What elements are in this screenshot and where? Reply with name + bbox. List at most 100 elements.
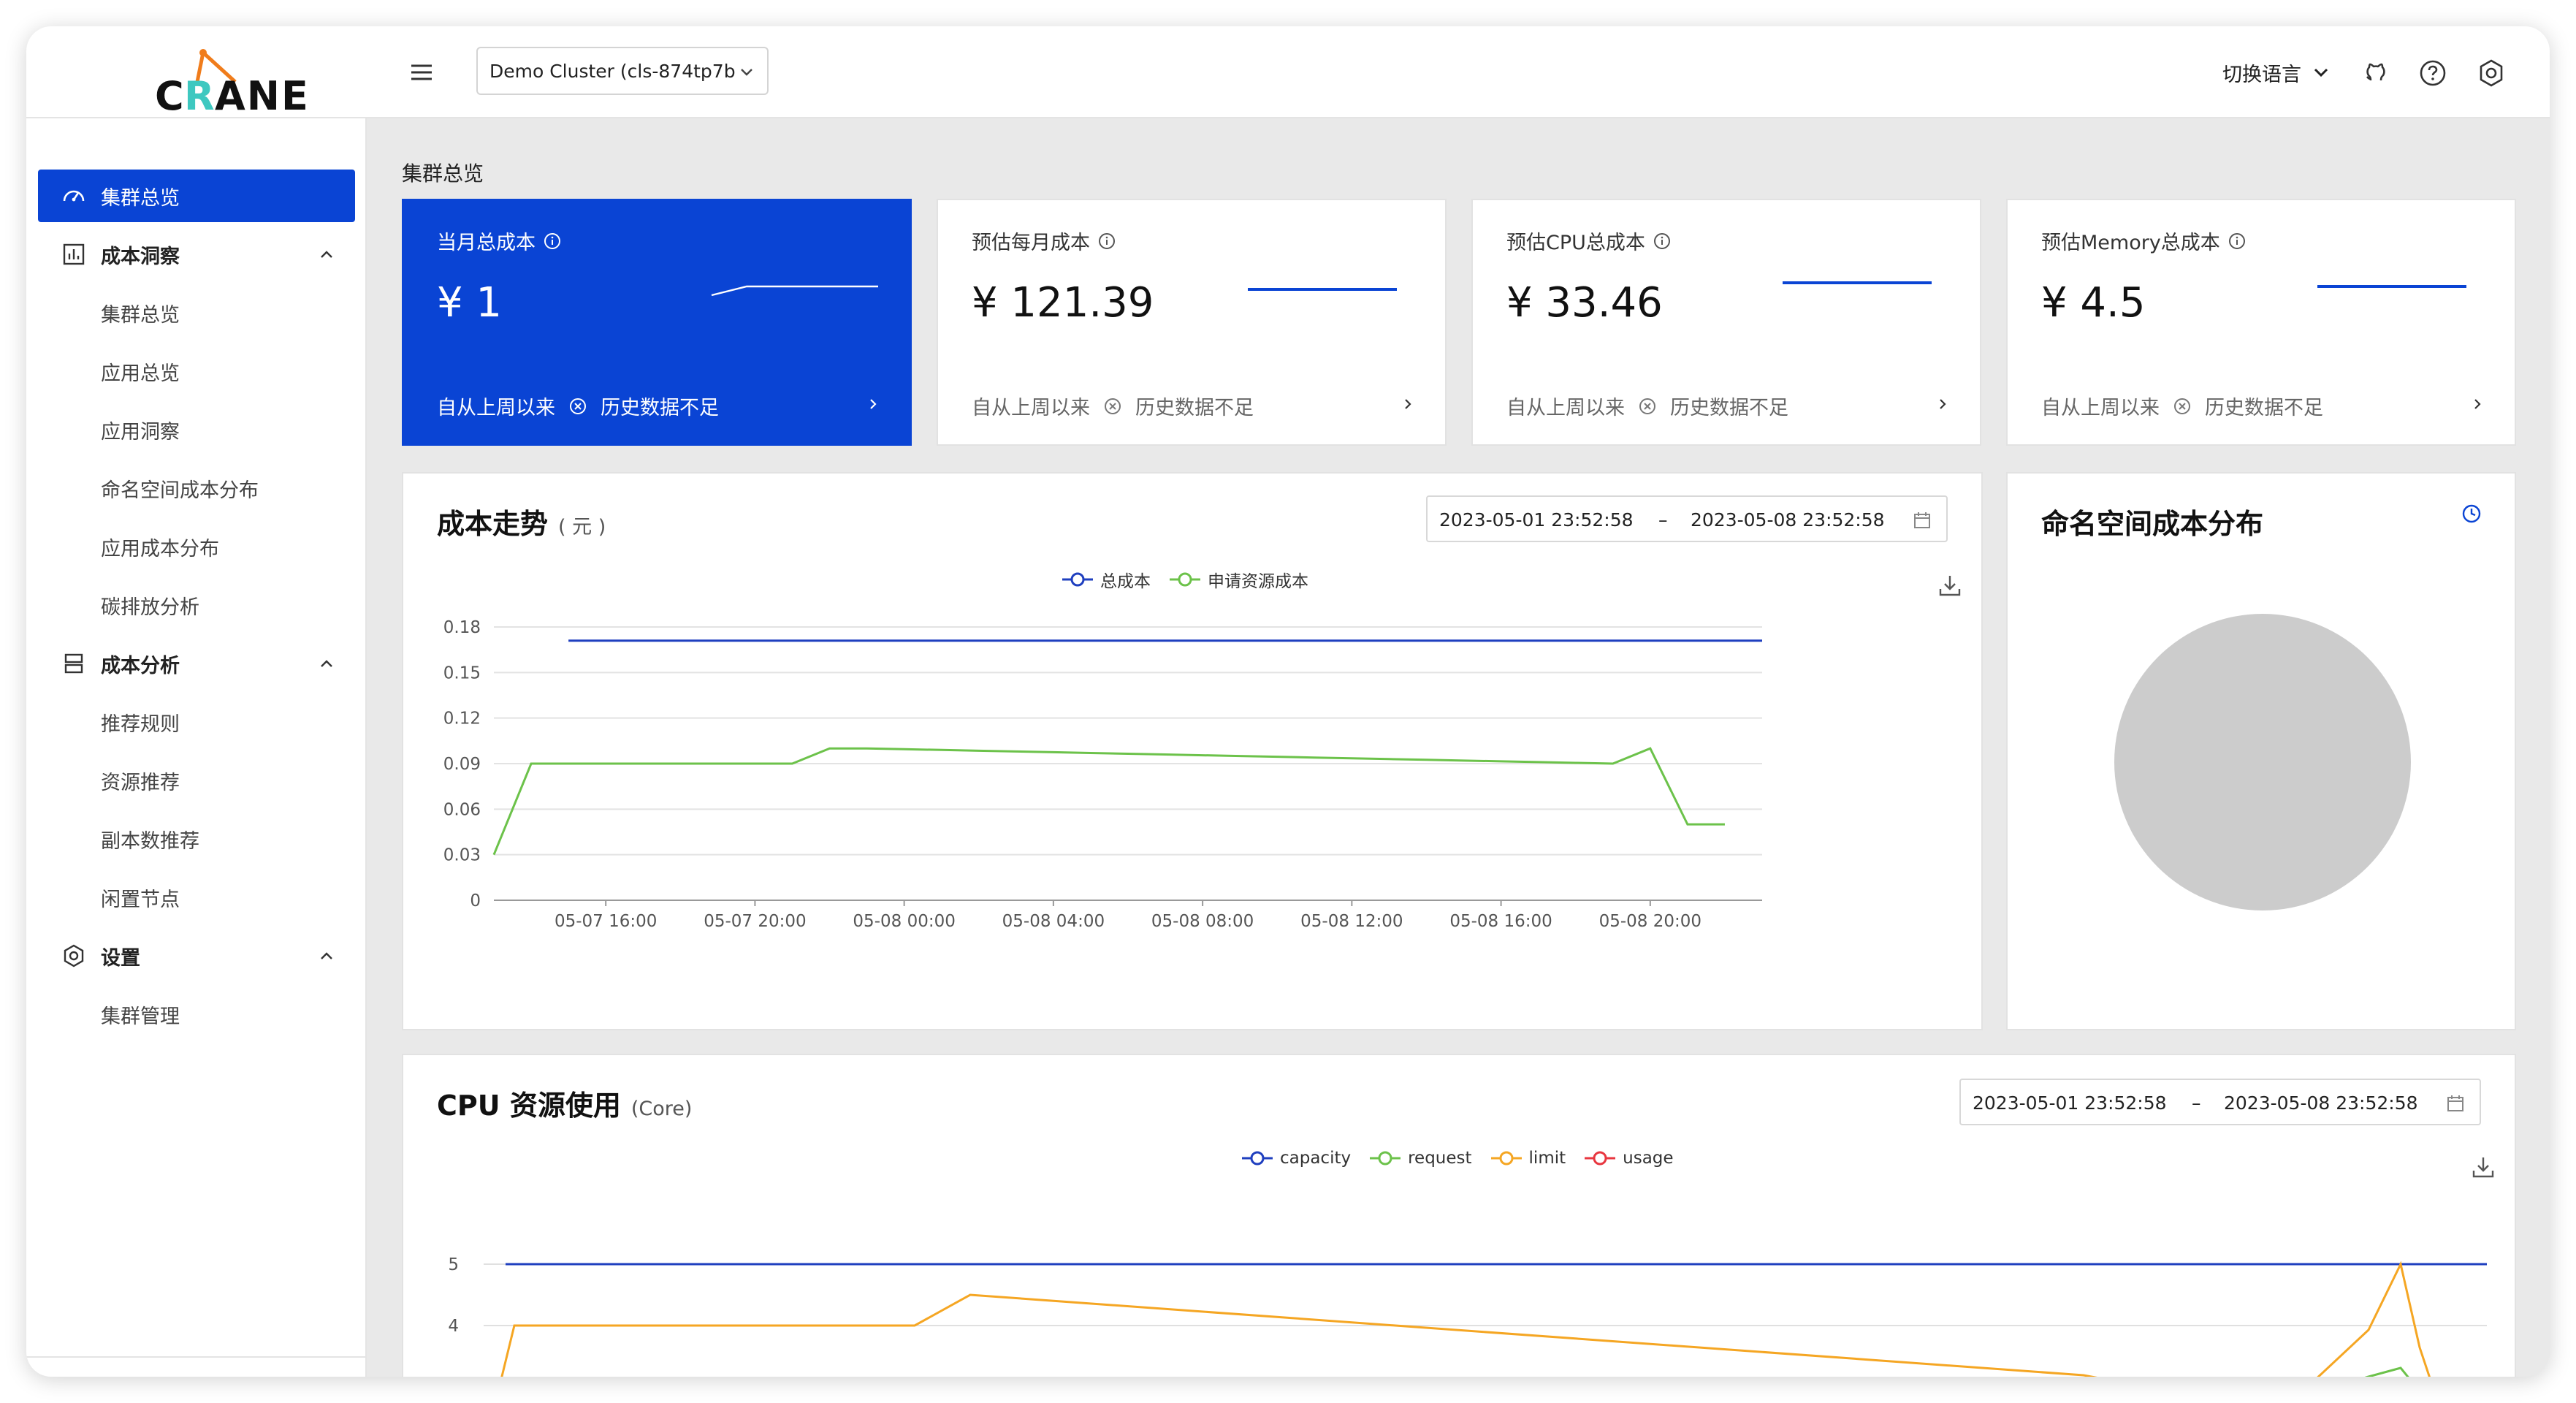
y-tick-label: 0.06 bbox=[443, 800, 481, 819]
x-tick-label: 05-08 16:00 bbox=[1449, 912, 1552, 931]
sidebar-item-recommend-rules[interactable]: 推荐规则 bbox=[38, 696, 355, 748]
limit-series-line[interactable] bbox=[498, 1261, 2434, 1377]
legend-item-limit[interactable]: limit bbox=[1490, 1149, 1566, 1168]
help-icon[interactable] bbox=[2418, 58, 2447, 88]
kpi-card-memory-estimate[interactable]: 预估Memory总成本 ¥ 4.5 自从上周以来 历史数据不足 bbox=[2006, 199, 2516, 446]
cpu-usage-title: CPU 资源使用 (Core) bbox=[437, 1090, 693, 1122]
chart-icon bbox=[63, 243, 85, 265]
legend-item-capacity[interactable]: capacity bbox=[1241, 1149, 1351, 1168]
legend-marker-icon bbox=[1170, 572, 1200, 587]
sidebar-item-resource-recommend[interactable]: 资源推荐 bbox=[38, 754, 355, 807]
info-icon[interactable] bbox=[543, 232, 562, 251]
chevron-down-icon bbox=[741, 69, 752, 76]
legend-marker-icon bbox=[1370, 1151, 1401, 1166]
sidebar-item-replica-recommend[interactable]: 副本数推荐 bbox=[38, 813, 355, 865]
kpi-title: 预估Memory总成本 bbox=[2041, 227, 2247, 255]
sidebar-item-cluster-management[interactable]: 集群管理 bbox=[38, 988, 355, 1041]
sidebar-item-label: 推荐规则 bbox=[101, 712, 180, 736]
legend-item-usage[interactable]: usage bbox=[1583, 1149, 1674, 1168]
legend-label: capacity bbox=[1280, 1149, 1352, 1168]
calendar-icon bbox=[2447, 1095, 2463, 1111]
sidebar-group-settings[interactable]: 设置 bbox=[38, 929, 355, 982]
sidebar-item-carbon[interactable]: 碳排放分析 bbox=[38, 579, 355, 631]
kpi-card-monthly-total[interactable]: 当月总成本 ¥ 1 自从上周以来 历史数据不足 bbox=[402, 199, 912, 446]
request-cost-series-line[interactable] bbox=[492, 747, 1725, 856]
legend-marker-icon bbox=[1490, 1151, 1522, 1166]
x-tick-label: 05-07 16:00 bbox=[555, 912, 657, 931]
range-end: 2023-05-08 23:52:58 bbox=[1691, 509, 1885, 531]
cpu-usage-date-range[interactable]: 2023-05-01 23:52:58 – 2023-05-08 23:52:5… bbox=[1959, 1079, 2481, 1125]
kpi-card-cpu-estimate[interactable]: 预估CPU总成本 ¥ 33.46 自从上周以来 历史数据不足 bbox=[1471, 199, 1981, 446]
kpi-value: ¥ 1 bbox=[437, 279, 503, 327]
dashboard-icon bbox=[63, 190, 85, 202]
cost-trend-date-range[interactable]: 2023-05-01 23:52:58 – 2023-05-08 23:52:5… bbox=[1426, 495, 1948, 542]
info-icon[interactable] bbox=[1097, 232, 1116, 251]
sidebar-item-label: 集群总览 bbox=[101, 186, 180, 210]
x-tick-label: 05-08 20:00 bbox=[1599, 912, 1702, 931]
sidebar-item-cluster-overview[interactable]: 集群总览 bbox=[38, 170, 355, 222]
calendar-icon bbox=[1914, 512, 1930, 528]
pie-slice[interactable] bbox=[2114, 614, 2411, 910]
namespace-cost-title: 命名空间成本分布 bbox=[2041, 508, 2264, 540]
info-icon[interactable] bbox=[1653, 232, 1672, 251]
request-series-line[interactable] bbox=[915, 1366, 2420, 1377]
settings-gear-icon[interactable] bbox=[2477, 58, 2506, 88]
chevron-right-icon[interactable] bbox=[2469, 396, 2485, 412]
info-icon[interactable] bbox=[2228, 232, 2247, 251]
legend-item-request[interactable]: request bbox=[1368, 1149, 1472, 1168]
sidebar-item-label: 集群管理 bbox=[101, 1005, 180, 1028]
kpi-sparkline bbox=[2317, 285, 2466, 288]
crane-logo[interactable]: C R ANE bbox=[126, 39, 316, 120]
sidebar-item-label: 应用总览 bbox=[101, 362, 180, 385]
x-tick-label: 05-08 08:00 bbox=[1151, 912, 1254, 931]
sidebar-group-cost-insight[interactable]: 成本洞察 bbox=[38, 228, 355, 281]
sidebar-item-cluster-overview-sub[interactable]: 集群总览 bbox=[38, 286, 355, 339]
sidebar-item-label: 资源推荐 bbox=[101, 771, 180, 794]
chevron-up-icon bbox=[321, 660, 332, 667]
sidebar-item-namespace-cost[interactable]: 命名空间成本分布 bbox=[38, 462, 355, 514]
kpi-sparkline bbox=[711, 285, 878, 297]
sidebar-item-label: 集群总览 bbox=[101, 303, 180, 327]
server-icon bbox=[64, 653, 83, 674]
menu-toggle-icon[interactable] bbox=[409, 60, 434, 85]
chevron-right-icon[interactable] bbox=[865, 396, 881, 412]
cluster-select[interactable]: Demo Cluster (cls-874tp7b bbox=[476, 47, 769, 95]
kpi-card-monthly-estimate[interactable]: 预估每月成本 ¥ 121.39 自从上周以来 历史数据不足 bbox=[937, 199, 1447, 446]
github-icon[interactable] bbox=[2361, 58, 2390, 88]
chevron-up-icon bbox=[321, 952, 332, 959]
close-circle-icon bbox=[2174, 398, 2190, 414]
kpi-footer: 自从上周以来 历史数据不足 bbox=[1506, 397, 1788, 419]
x-tick-label: 05-08 04:00 bbox=[1002, 912, 1105, 931]
legend-label: limit bbox=[1528, 1149, 1566, 1168]
chevron-right-icon[interactable] bbox=[1935, 396, 1951, 412]
chevron-right-icon[interactable] bbox=[1400, 396, 1416, 412]
sidebar-group-cost-analysis[interactable]: 成本分析 bbox=[38, 637, 355, 690]
language-switcher[interactable]: 切换语言 bbox=[2222, 57, 2332, 88]
svg-text:R: R bbox=[184, 73, 215, 119]
clock-icon[interactable] bbox=[2461, 503, 2482, 525]
sidebar-item-idle-nodes[interactable]: 闲置节点 bbox=[38, 871, 355, 924]
y-tick-label: 0.09 bbox=[443, 755, 481, 774]
y-tick-label: 5 bbox=[448, 1255, 459, 1274]
kpi-value: ¥ 121.39 bbox=[972, 279, 1154, 327]
svg-text:ANE: ANE bbox=[215, 73, 310, 119]
close-circle-icon bbox=[1639, 398, 1655, 414]
legend-item-request-cost[interactable]: 申请资源成本 bbox=[1168, 567, 1308, 592]
sidebar-item-app-overview[interactable]: 应用总览 bbox=[38, 345, 355, 398]
kpi-title: 预估CPU总成本 bbox=[1506, 227, 1672, 255]
kpi-value: ¥ 33.46 bbox=[1506, 279, 1663, 327]
kpi-sparkline bbox=[1783, 281, 1932, 284]
sidebar-item-label: 副本数推荐 bbox=[101, 829, 199, 853]
cost-trend-title: 成本走势 ( 元 ) bbox=[437, 508, 606, 540]
namespace-cost-card: 命名空间成本分布 bbox=[2006, 472, 2516, 1030]
cost-trend-card: 成本走势 ( 元 ) 2023-05-01 23:52:58 – 2023-05… bbox=[402, 472, 1983, 1030]
cost-trend-unit: ( 元 ) bbox=[558, 516, 606, 539]
sidebar: 集群总览 成本洞察 集群总览 应用总览 应用洞察 命名空间成本分布 应用成本分布… bbox=[26, 118, 367, 1377]
sidebar-item-app-insight[interactable]: 应用洞察 bbox=[38, 403, 355, 456]
kpi-footer: 自从上周以来 历史数据不足 bbox=[2041, 397, 2323, 419]
sidebar-item-app-cost[interactable]: 应用成本分布 bbox=[38, 520, 355, 573]
legend-item-total-cost[interactable]: 总成本 bbox=[1061, 567, 1151, 592]
sidebar-item-label: 命名空间成本分布 bbox=[101, 479, 259, 502]
cost-trend-legend: 总成本 申请资源成本 bbox=[1061, 567, 1326, 592]
y-tick-label: 0.18 bbox=[443, 618, 481, 637]
